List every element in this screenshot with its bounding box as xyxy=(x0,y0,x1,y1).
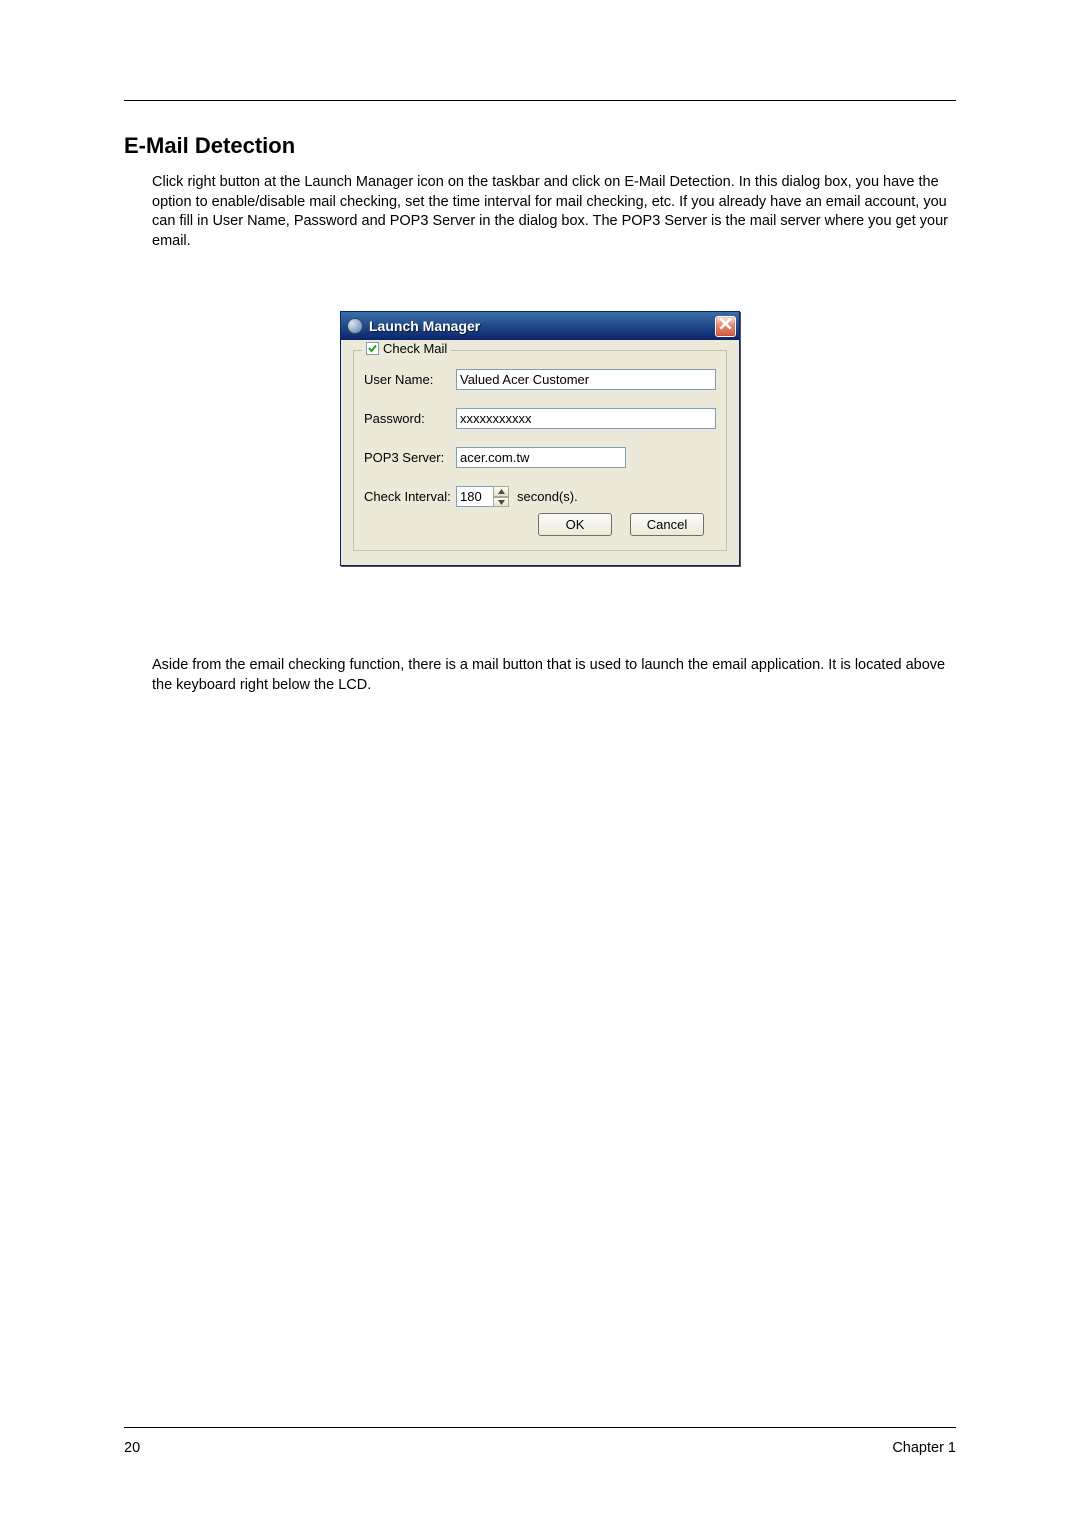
footer-rule xyxy=(124,1427,956,1428)
interval-unit: second(s). xyxy=(517,489,578,504)
launch-manager-dialog: Launch Manager Che xyxy=(340,311,740,566)
dialog-body: Check Mail User Name: Password: POP3 Ser… xyxy=(341,340,739,565)
username-label: User Name: xyxy=(364,372,456,387)
pop3-row: POP3 Server: xyxy=(364,447,716,468)
chapter-label: Chapter 1 xyxy=(892,1440,956,1456)
checkbox-label: Check Mail xyxy=(383,341,447,356)
checkbox-box[interactable] xyxy=(366,342,379,355)
close-button[interactable] xyxy=(715,316,736,337)
spinner-buttons xyxy=(493,486,509,507)
check-mail-group: Check Mail User Name: Password: POP3 Ser… xyxy=(353,350,727,551)
spinner-up-button[interactable] xyxy=(493,486,509,497)
username-row: User Name: xyxy=(364,369,716,390)
app-icon xyxy=(347,318,363,334)
top-rule xyxy=(124,100,956,101)
password-row: Password: xyxy=(364,408,716,429)
footer-paragraph: Aside from the email checking function, … xyxy=(152,656,956,695)
interval-input[interactable] xyxy=(456,486,494,507)
password-input[interactable] xyxy=(456,408,716,429)
titlebar-left: Launch Manager xyxy=(347,318,480,334)
page-footer: 20 Chapter 1 xyxy=(124,1427,956,1456)
page-number: 20 xyxy=(124,1440,140,1456)
password-label: Password: xyxy=(364,411,456,426)
username-input[interactable] xyxy=(456,369,716,390)
close-icon xyxy=(719,317,732,335)
intro-paragraph: Click right button at the Launch Manager… xyxy=(152,173,956,251)
ok-button[interactable]: OK xyxy=(538,513,612,536)
section-heading: E-Mail Detection xyxy=(124,133,956,159)
check-mail-checkbox[interactable]: Check Mail xyxy=(362,341,451,356)
spinner-down-button[interactable] xyxy=(493,497,509,508)
interval-label: Check Interval: xyxy=(364,489,456,504)
interval-spinner: second(s). xyxy=(456,486,578,507)
pop3-label: POP3 Server: xyxy=(364,450,456,465)
dialog-title: Launch Manager xyxy=(369,318,480,334)
pop3-input[interactable] xyxy=(456,447,626,468)
dialog-titlebar[interactable]: Launch Manager xyxy=(341,312,739,340)
interval-row: Check Interval: xyxy=(364,486,716,507)
checkmark-icon xyxy=(368,344,377,353)
dialog-button-row: OK Cancel xyxy=(364,513,716,536)
chevron-up-icon xyxy=(498,489,505,494)
chevron-down-icon xyxy=(498,500,505,505)
footer-text: 20 Chapter 1 xyxy=(124,1440,956,1456)
dialog-wrapper: Launch Manager Che xyxy=(124,311,956,566)
cancel-button[interactable]: Cancel xyxy=(630,513,704,536)
